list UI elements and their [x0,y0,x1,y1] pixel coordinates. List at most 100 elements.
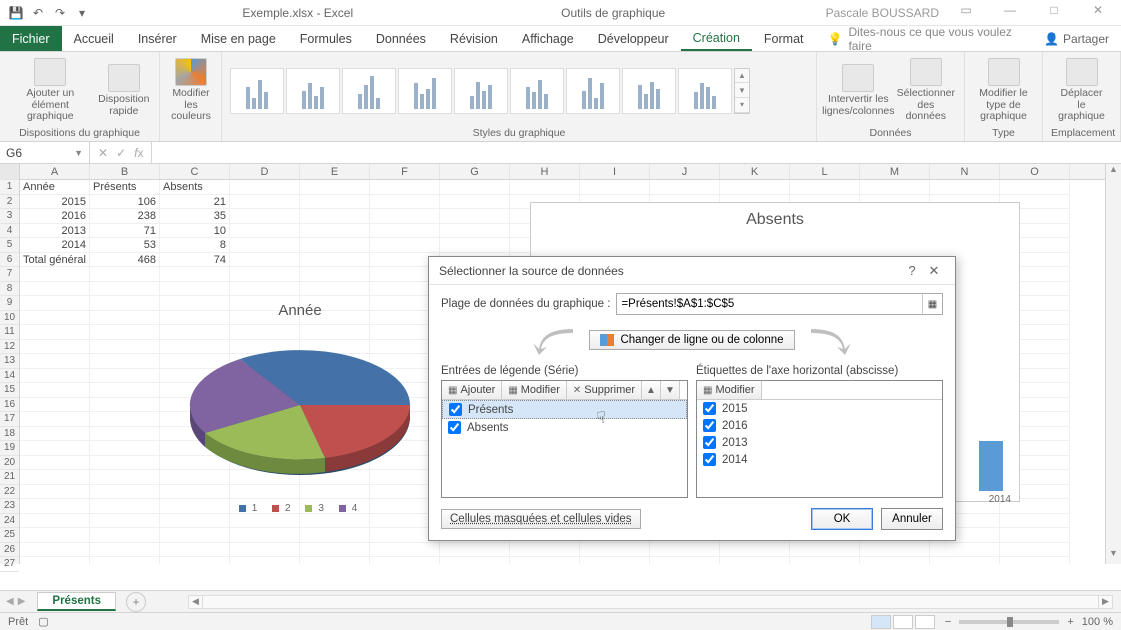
chart-style-thumb[interactable] [566,68,620,114]
row-header[interactable]: 25 [0,528,19,543]
chart-range-input[interactable] [617,294,922,314]
cell[interactable] [230,267,300,282]
cell[interactable] [1000,514,1070,529]
row-header[interactable]: 13 [0,354,19,369]
cell[interactable] [160,282,230,297]
cell[interactable] [20,485,90,500]
select-all[interactable] [0,164,19,180]
cell[interactable] [20,557,90,564]
cell[interactable]: Absents [160,180,230,195]
column-header[interactable]: C [160,164,230,179]
chart-style-thumb[interactable] [342,68,396,114]
cell[interactable] [90,282,160,297]
cell[interactable] [230,557,300,564]
axis-item[interactable]: 2013 [697,434,942,451]
cell[interactable]: 53 [90,238,160,253]
cell[interactable] [20,340,90,355]
column-header[interactable]: F [370,164,440,179]
cell[interactable] [230,224,300,239]
formula-bar[interactable] [152,142,1121,163]
chart-style-gallery[interactable]: ▲▼▾ [230,68,808,114]
axis-edit-button[interactable]: ▦Modifier [697,381,762,399]
series-item-presents[interactable]: Présents [442,400,687,419]
row-header[interactable]: 5 [0,238,19,253]
page-break-view-button[interactable] [915,615,935,629]
range-picker-icon[interactable]: ▦ [922,294,942,314]
normal-view-button[interactable] [871,615,891,629]
cell[interactable] [20,456,90,471]
chart-style-thumb[interactable] [622,68,676,114]
zoom-level[interactable]: 100 % [1082,616,1113,628]
change-chart-type-button[interactable]: Modifier le type de graphique [973,56,1034,125]
axis-item[interactable]: 2014 [697,451,942,468]
vertical-scrollbar[interactable]: ▲▼ [1105,164,1121,564]
cell[interactable] [90,267,160,282]
move-chart-button[interactable]: Déplacer le graphique [1051,56,1112,125]
row-header[interactable]: 21 [0,470,19,485]
cell[interactable] [20,267,90,282]
cell[interactable]: Total général [20,253,90,268]
cell[interactable] [160,267,230,282]
cell[interactable] [300,282,370,297]
cell[interactable] [440,557,510,564]
row-header[interactable]: 17 [0,412,19,427]
row-header[interactable]: 16 [0,398,19,413]
cell[interactable] [720,557,790,564]
cell[interactable] [440,238,510,253]
cell[interactable] [230,282,300,297]
row-header[interactable]: 26 [0,543,19,558]
column-header[interactable]: N [930,164,1000,179]
chart-style-thumb[interactable] [398,68,452,114]
cell[interactable]: 2016 [20,209,90,224]
minimize-icon[interactable]: — [993,3,1027,23]
tab-affichage[interactable]: Affichage [510,26,586,51]
cell[interactable] [370,557,440,564]
cell[interactable] [580,557,650,564]
column-header[interactable]: L [790,164,860,179]
row-header[interactable]: 4 [0,224,19,239]
tab-accueil[interactable]: Accueil [62,26,126,51]
cell[interactable] [650,557,720,564]
tab-mise-en-page[interactable]: Mise en page [189,26,288,51]
share-button[interactable]: 👤 Partager [1032,26,1121,51]
fx-icon[interactable]: fx [134,146,143,160]
cell[interactable]: 35 [160,209,230,224]
column-header[interactable]: G [440,164,510,179]
cell[interactable] [1000,180,1070,195]
cell[interactable] [1000,528,1070,543]
axis-item[interactable]: 2016 [697,417,942,434]
row-header[interactable]: 6 [0,253,19,268]
cell[interactable] [300,209,370,224]
switch-row-column-button[interactable]: Intervertir les lignes/colonnes [825,62,892,119]
cell[interactable] [1000,543,1070,558]
cell[interactable]: 2014 [20,238,90,253]
cell[interactable] [510,180,580,195]
row-header[interactable]: 2 [0,195,19,210]
cell[interactable] [20,528,90,543]
add-chart-element-button[interactable]: Ajouter un élément graphique [8,56,93,125]
column-header[interactable]: D [230,164,300,179]
chart-style-thumb[interactable] [230,68,284,114]
cell[interactable] [230,253,300,268]
cell[interactable] [860,557,930,564]
column-header[interactable]: M [860,164,930,179]
cell[interactable] [650,180,720,195]
cell[interactable] [370,209,440,224]
cell[interactable]: Présents [90,180,160,195]
cell[interactable] [720,180,790,195]
column-header[interactable]: E [300,164,370,179]
close-icon[interactable]: ✕ [1081,3,1115,23]
series-checkbox[interactable] [449,403,462,416]
cell[interactable] [720,543,790,558]
cell[interactable] [90,557,160,564]
cell[interactable] [580,543,650,558]
horizontal-scrollbar[interactable]: ◀▶ [188,595,1113,609]
dialog-help-icon[interactable]: ? [901,263,923,278]
cell[interactable]: 21 [160,195,230,210]
macro-record-icon[interactable]: ▢ [38,615,48,628]
row-header[interactable]: 20 [0,456,19,471]
tab-inserer[interactable]: Insérer [126,26,189,51]
cell[interactable]: 2015 [20,195,90,210]
cell[interactable]: Année [20,180,90,195]
pie-chart-object[interactable]: Année 1 2 3 4 [140,302,460,552]
